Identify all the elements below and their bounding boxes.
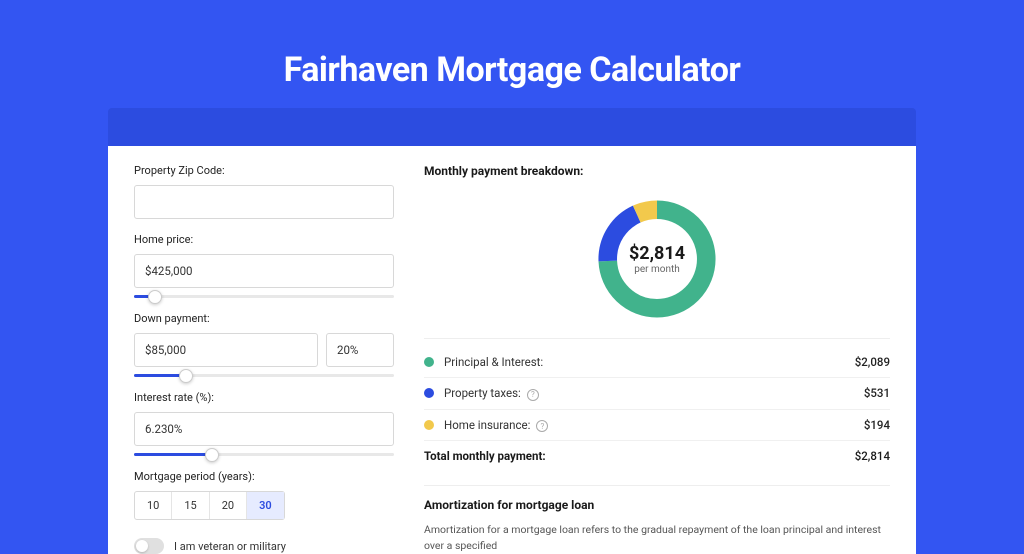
amortization-text: Amortization for a mortgage loan refers … <box>424 522 890 554</box>
veteran-toggle[interactable] <box>134 538 164 554</box>
row-total: Total monthly payment: $2,814 <box>424 441 890 471</box>
donut-label: per month <box>634 264 680 275</box>
row-name: Property taxes:? <box>444 386 864 401</box>
veteran-label: I am veteran or military <box>174 540 286 553</box>
page-title: Fairhaven Mortgage Calculator <box>108 50 916 90</box>
price-input[interactable] <box>134 254 394 288</box>
dot-icon <box>424 388 434 398</box>
down-pct-input[interactable] <box>326 333 394 367</box>
info-icon[interactable]: ? <box>536 420 548 432</box>
form-panel: Property Zip Code: Home price: Down paym… <box>134 164 394 554</box>
row-value: $194 <box>864 418 890 432</box>
row-value: $531 <box>864 386 890 400</box>
period-option-30[interactable]: 30 <box>247 492 284 519</box>
amortization-title: Amortization for mortgage loan <box>424 498 890 512</box>
period-option-10[interactable]: 10 <box>135 492 172 519</box>
period-option-20[interactable]: 20 <box>210 492 247 519</box>
donut-chart: $2,814 per month <box>592 194 722 324</box>
info-icon[interactable]: ? <box>527 389 539 401</box>
zip-input[interactable] <box>134 185 394 219</box>
breakdown-title: Monthly payment breakdown: <box>424 164 890 178</box>
donut-value: $2,814 <box>629 243 685 264</box>
amortization-section: Amortization for mortgage loan Amortizat… <box>424 485 890 554</box>
down-amount-input[interactable] <box>134 333 318 367</box>
results-panel: Monthly payment breakdown: $2,814 per mo… <box>424 164 890 554</box>
price-slider[interactable] <box>134 295 394 298</box>
down-label: Down payment: <box>134 312 394 325</box>
rate-label: Interest rate (%): <box>134 391 394 404</box>
rate-input[interactable] <box>134 412 394 446</box>
row-name: Total monthly payment: <box>424 449 855 463</box>
zip-label: Property Zip Code: <box>134 164 394 177</box>
rate-slider[interactable] <box>134 453 394 456</box>
price-label: Home price: <box>134 233 394 246</box>
row-name: Home insurance:? <box>444 418 864 433</box>
down-slider[interactable] <box>134 374 394 377</box>
period-options: 10 15 20 30 <box>134 491 285 520</box>
row-principal: Principal & Interest: $2,089 <box>424 347 890 378</box>
row-insurance: Home insurance:? $194 <box>424 410 890 442</box>
row-taxes: Property taxes:? $531 <box>424 378 890 410</box>
period-option-15[interactable]: 15 <box>172 492 209 519</box>
row-name: Principal & Interest: <box>444 355 855 369</box>
dot-icon <box>424 357 434 367</box>
header-bar <box>108 108 916 146</box>
calculator-card: Property Zip Code: Home price: Down paym… <box>108 146 916 554</box>
row-value: $2,089 <box>855 355 890 369</box>
row-value: $2,814 <box>855 449 890 463</box>
breakdown-table: Principal & Interest: $2,089 Property ta… <box>424 338 890 471</box>
dot-icon <box>424 420 434 430</box>
period-label: Mortgage period (years): <box>134 470 394 483</box>
